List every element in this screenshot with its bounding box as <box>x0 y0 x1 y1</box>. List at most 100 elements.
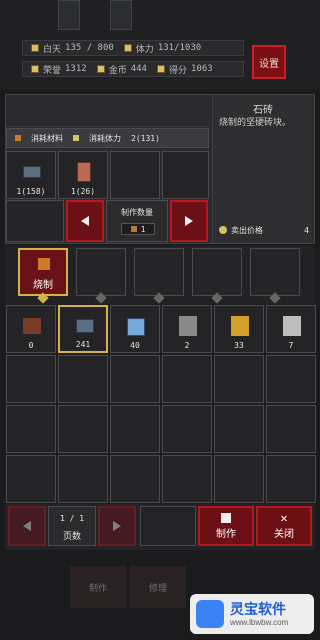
score-stat: 得分 1063 <box>156 63 213 76</box>
inventory-2-count: 241 <box>75 340 91 349</box>
tab-slot-5[interactable] <box>250 248 300 296</box>
inventory-slot-6[interactable]: 7 <box>266 305 316 353</box>
sell-price-label: 卖出价格 <box>231 225 263 235</box>
inventory-slot-13[interactable] <box>6 405 56 453</box>
watermark: 灵宝软件 www.lbwbw.com <box>190 594 314 634</box>
kiln-icon <box>38 258 50 270</box>
watermark-logo-icon <box>196 600 224 628</box>
inventory-slot-21[interactable] <box>110 455 160 503</box>
item-detail-panel: 石砖 烧制的坚硬砖块。 卖出价格 4 <box>212 95 314 243</box>
inventory-slot-11[interactable] <box>214 355 264 403</box>
bottom-empty-slot <box>140 506 196 546</box>
inventory-slot-20[interactable] <box>58 455 108 503</box>
tab-slot-3[interactable] <box>134 248 184 296</box>
chest-icon <box>23 318 41 334</box>
settings-button[interactable]: 设置 <box>252 45 286 79</box>
stamina-stat: 体力 131/1030 <box>123 42 202 55</box>
inventory-slot-24[interactable] <box>266 455 316 503</box>
inventory-slot-23[interactable] <box>214 455 264 503</box>
material-slot-3[interactable] <box>110 151 160 199</box>
day-stat: 白天 135 / 800 <box>31 42 114 55</box>
anvil-icon <box>221 512 231 523</box>
stone-brick-icon <box>23 166 41 178</box>
stamina-icon <box>123 44 132 52</box>
inventory-1-count: 0 <box>28 341 34 350</box>
honor-label: 荣誉 <box>43 65 62 76</box>
decrease-quantity-button[interactable] <box>66 200 104 242</box>
item-title: 石砖 <box>253 105 273 116</box>
honor-icon <box>31 65 39 73</box>
top-stats-row-2: 荣誉 1312 金币 444 得分 1063 <box>22 61 244 77</box>
inventory-slot-10[interactable] <box>162 355 212 403</box>
inventory-slot-1[interactable]: 0 <box>6 305 56 353</box>
consume-row: 消耗材料 消耗体力 2(131) <box>6 128 209 148</box>
inventory-slot-19[interactable] <box>6 455 56 503</box>
empty-slot <box>6 200 64 242</box>
gold-label: 金币 <box>108 65 127 76</box>
stamina-value: 131/1030 <box>157 43 202 53</box>
sell-price-value: 4 <box>304 225 309 235</box>
tab-firing-label: 烧制 <box>33 280 53 291</box>
glass-icon <box>127 318 145 336</box>
inventory-slot-15[interactable] <box>110 405 160 453</box>
stamina-small-icon <box>73 135 79 141</box>
inventory-slot-22[interactable] <box>162 455 212 503</box>
stamina-label: 体力 <box>135 44 154 55</box>
material-2-count: 1(26) <box>70 187 96 196</box>
day-label: 白天 <box>43 44 62 55</box>
material-slot-2[interactable]: 1(26) <box>58 151 108 199</box>
coin-icon <box>219 226 227 234</box>
gold-value: 444 <box>130 64 147 74</box>
consume-materials-label: 消耗材料 <box>31 133 63 143</box>
inventory-slot-18[interactable] <box>266 405 316 453</box>
sell-price-row: 卖出价格 4 <box>219 223 309 237</box>
material-slot-4[interactable] <box>162 151 209 199</box>
inventory-3-count: 40 <box>130 341 140 350</box>
tab-firing[interactable]: 烧制 <box>18 248 68 296</box>
inventory-slot-17[interactable] <box>214 405 264 453</box>
right-arrow-icon <box>185 216 193 226</box>
page-current: 1 / 1 <box>59 514 85 523</box>
quantity-value: 1 <box>140 224 146 234</box>
score-value: 1063 <box>191 64 213 74</box>
shield-icon <box>283 316 301 336</box>
left-arrow-icon <box>81 216 89 226</box>
inventory-slot-12[interactable] <box>266 355 316 403</box>
inventory-slot-8[interactable] <box>58 355 108 403</box>
page-indicator: 1 / 1 页数 <box>48 506 96 546</box>
inventory-slot-14[interactable] <box>58 405 108 453</box>
top-stats-row-1: 白天 135 / 800 体力 131/1030 <box>22 40 244 56</box>
inventory-slot-16[interactable] <box>162 405 212 453</box>
increase-quantity-button[interactable] <box>170 200 208 242</box>
inventory-slot-3[interactable]: 40 <box>110 305 160 353</box>
score-label: 得分 <box>168 65 187 76</box>
page-prev-button[interactable] <box>8 506 46 546</box>
item-desc: 烧制的坚硬砖块。 <box>219 118 292 128</box>
clay-icon <box>77 162 91 182</box>
next-arrow-icon <box>113 521 121 531</box>
page-next-button[interactable] <box>98 506 136 546</box>
day-value: 135 / 800 <box>65 43 114 53</box>
inventory-slot-7[interactable] <box>6 355 56 403</box>
quantity-value-box: 1 <box>121 223 155 235</box>
gate-gray-icon <box>179 316 197 336</box>
consume-stamina-label: 消耗体力 <box>89 133 121 143</box>
tab-slot-4[interactable] <box>192 248 242 296</box>
close-label: 关闭 <box>274 528 294 540</box>
tool-icon <box>110 0 132 30</box>
score-icon <box>156 65 165 73</box>
inventory-slot-5[interactable]: 33 <box>214 305 264 353</box>
ghost-repair-label: 修理 <box>148 583 167 594</box>
honor-stat: 荣誉 1312 <box>31 63 87 76</box>
tab-slot-2[interactable] <box>76 248 126 296</box>
material-slot-1[interactable]: 1(158) <box>6 151 56 199</box>
close-button[interactable]: ✕ 关闭 <box>256 506 312 546</box>
inventory-slot-4[interactable]: 2 <box>162 305 212 353</box>
craft-button[interactable]: 制作 <box>198 506 254 546</box>
inventory-slot-2[interactable]: 241 <box>58 305 108 353</box>
storage-icon <box>58 0 80 30</box>
honor-value: 1312 <box>65 64 87 74</box>
inventory-slot-9[interactable] <box>110 355 160 403</box>
small-brick-icon <box>130 226 137 232</box>
stamina-cost-value: 2(131) <box>131 133 160 143</box>
